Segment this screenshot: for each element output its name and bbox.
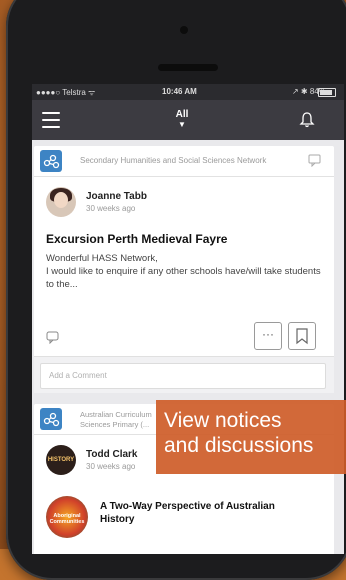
post-body: Wonderful HASS Network, I would like to … xyxy=(46,252,330,291)
clock: 10:46 AM xyxy=(162,87,197,96)
caret-down-icon: ▼ xyxy=(178,120,186,129)
feed-filter-label: All xyxy=(175,109,189,120)
app-bar: All ▼ xyxy=(32,100,344,140)
front-camera xyxy=(180,26,188,34)
network-name[interactable]: Secondary Humanities and Social Sciences… xyxy=(80,156,266,165)
promo-caption: View notices and discussions xyxy=(156,400,346,474)
network-name[interactable]: Australian Curriculum Sciences Primary (… xyxy=(80,410,160,430)
open-network-icon[interactable] xyxy=(308,153,322,168)
network-icon xyxy=(40,408,62,430)
hamburger-icon[interactable] xyxy=(42,112,60,128)
carrier-label: ●●●●○ Telstra ᯤ xyxy=(36,88,96,97)
post-timestamp: 30 weeks ago xyxy=(86,204,136,213)
comment-icon[interactable] xyxy=(46,330,60,345)
network-icon xyxy=(40,150,62,172)
author-name[interactable]: Joanne Tabb xyxy=(86,191,147,202)
article-title[interactable]: A Two-Way Perspective of Australian Hist… xyxy=(100,500,300,526)
bell-icon[interactable] xyxy=(298,111,316,129)
post-card-header: Secondary Humanities and Social Sciences… xyxy=(34,146,334,177)
post-timestamp: 30 weeks ago xyxy=(86,462,136,471)
author-name[interactable]: Todd Clark xyxy=(86,449,137,460)
comment-bar: Add a Comment xyxy=(34,356,334,393)
post-body-line: I would like to enquire if any other sch… xyxy=(46,266,321,290)
bookmark-icon[interactable] xyxy=(288,322,316,350)
status-bar: ●●●●○ Telstra ᯤ 10:46 AM ↗ ✱ 84% xyxy=(32,84,344,100)
phone-screen: ●●●●○ Telstra ᯤ 10:46 AM ↗ ✱ 84% All ▼ S… xyxy=(32,84,344,554)
avatar[interactable]: HISTORY xyxy=(46,445,76,475)
author-row: Joanne Tabb 30 weeks ago xyxy=(34,177,334,217)
caption-line: View notices xyxy=(164,409,282,432)
post-card[interactable]: Secondary Humanities and Social Sciences… xyxy=(34,146,334,393)
caption-line: and discussions xyxy=(164,434,314,457)
battery-icon xyxy=(318,88,336,97)
post-body-line: Wonderful HASS Network, xyxy=(46,253,158,264)
post-title[interactable]: Excursion Perth Medieval Fayre xyxy=(46,232,227,246)
add-comment-input[interactable]: Add a Comment xyxy=(40,363,326,389)
more-options-button[interactable]: ··· xyxy=(254,322,282,350)
earpiece-speaker xyxy=(158,64,218,71)
thumbnail-label: Aboriginal Communities xyxy=(49,513,85,525)
avatar[interactable] xyxy=(46,187,76,217)
article-thumbnail[interactable]: Aboriginal Communities xyxy=(46,496,88,538)
feed-filter-dropdown[interactable]: All ▼ xyxy=(162,109,202,129)
